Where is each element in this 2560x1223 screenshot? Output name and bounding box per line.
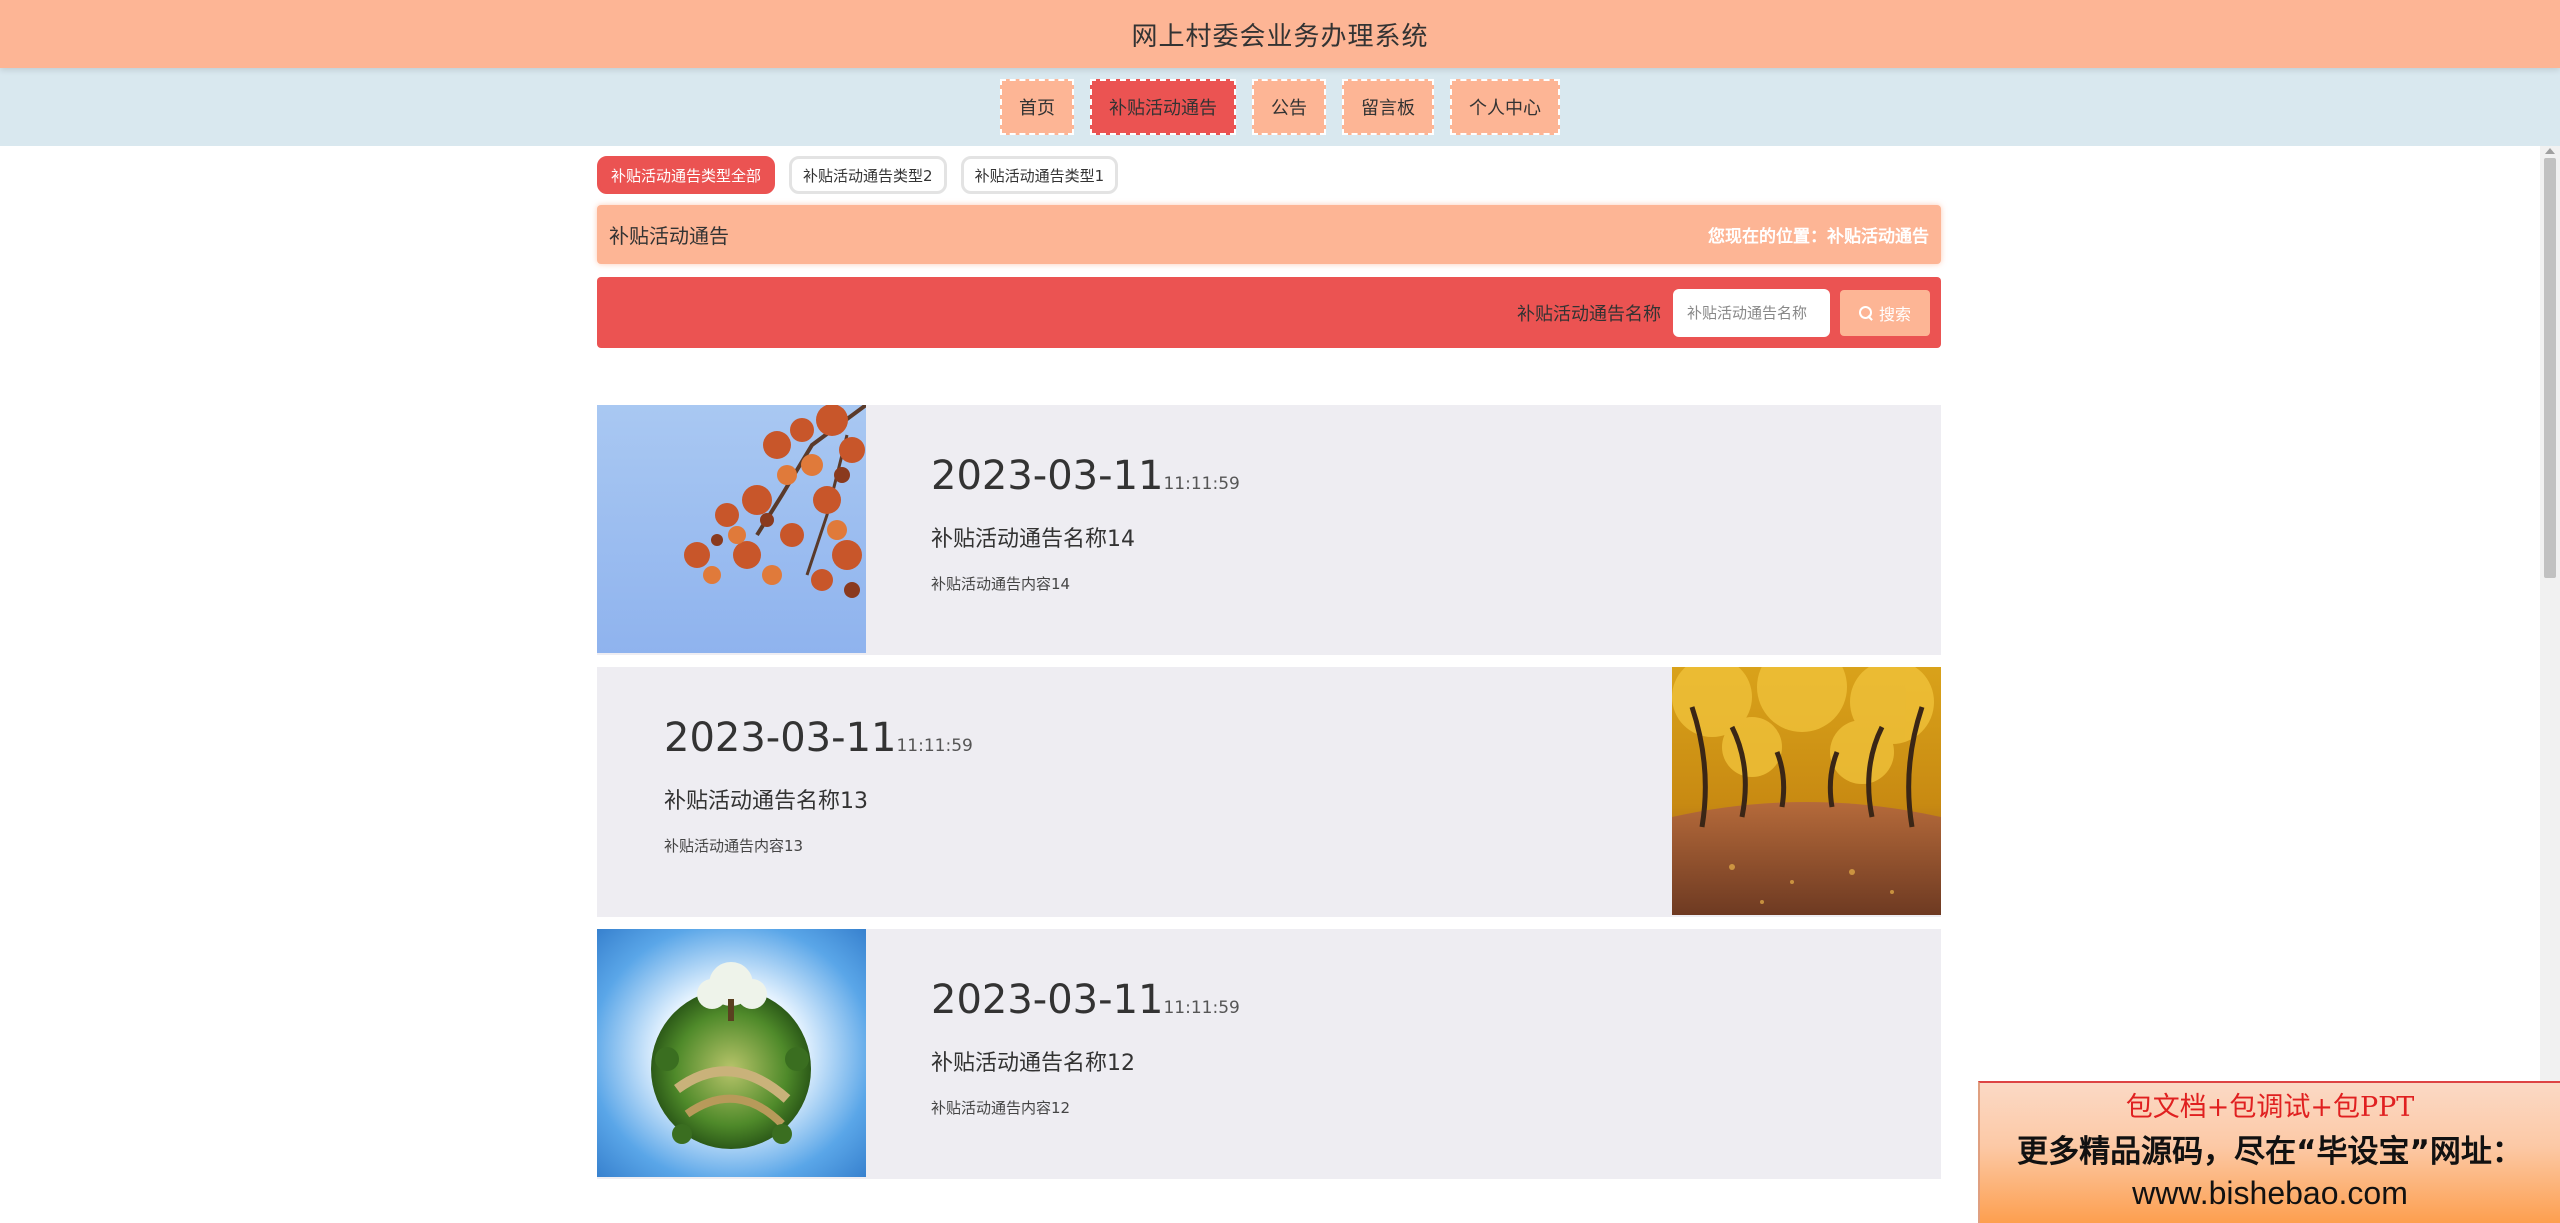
nav-item-user-center[interactable]: 个人中心 xyxy=(1450,79,1560,135)
breadcrumb: 补贴活动通告 您现在的位置：补贴活动通告 xyxy=(597,205,1941,264)
search-button[interactable]: 搜索 xyxy=(1840,289,1930,336)
notice-time: 11:11:59 xyxy=(1163,998,1240,1018)
type-tab-all[interactable]: 补贴活动通告类型全部 xyxy=(597,156,776,194)
notice-card[interactable]: 2023-03-1111:11:59 补贴活动通告名称13 补贴活动通告内容13 xyxy=(597,667,1941,917)
notice-datetime: 2023-03-1111:11:59 xyxy=(664,715,973,761)
notice-thumbnail[interactable] xyxy=(1672,667,1941,915)
nav-item-announcement[interactable]: 公告 xyxy=(1252,79,1326,135)
search-label: 补贴活动通告名称 xyxy=(1517,303,1661,325)
notice-content: 补贴活动通告内容13 xyxy=(664,837,804,855)
notice-time: 11:11:59 xyxy=(1163,474,1240,494)
notice-title[interactable]: 补贴活动通告名称14 xyxy=(931,521,1240,553)
autumn-maple-leaves-photo xyxy=(597,405,866,653)
type-tab-type2[interactable]: 补贴活动通告类型2 xyxy=(789,156,947,194)
search-button-label: 搜索 xyxy=(1878,304,1911,324)
notice-date: 2023-03-11 xyxy=(931,453,1164,499)
notice-content: 补贴活动通告内容12 xyxy=(931,1099,1071,1117)
main-nav: 首页 补贴活动通告 公告 留言板 个人中心 xyxy=(0,68,2560,146)
tiny-planet-landscape-photo xyxy=(597,929,866,1177)
promo-line-1: 包文档+包调试+包PPT xyxy=(2125,1092,2415,1123)
page-scrollbar[interactable] xyxy=(2540,146,2560,1223)
notice-thumbnail[interactable] xyxy=(597,405,866,653)
site-title: 网上村委会业务办理系统 xyxy=(1131,21,1429,52)
scroll-up-arrow-icon[interactable] xyxy=(2545,148,2555,154)
type-tab-type1[interactable]: 补贴活动通告类型1 xyxy=(960,156,1119,194)
nav-item-message-board[interactable]: 留言板 xyxy=(1342,79,1434,135)
location-current[interactable]: 补贴活动通告 xyxy=(1827,227,1929,247)
notice-title[interactable]: 补贴活动通告名称12 xyxy=(931,1045,1240,1077)
current-location: 您现在的位置：补贴活动通告 xyxy=(1708,222,1929,247)
notice-datetime: 2023-03-1111:11:59 xyxy=(931,453,1240,499)
promo-banner[interactable]: 包文档+包调试+包PPT 更多精品源码，尽在“毕设宝”网址： www.bishe… xyxy=(1978,1081,2560,1223)
notice-content: 补贴活动通告内容14 xyxy=(931,575,1071,593)
promo-website[interactable]: www.bishebao.com xyxy=(1980,1175,2560,1212)
notice-text: 2023-03-1111:11:59 补贴活动通告名称12 补贴活动通告内容12 xyxy=(931,977,1240,1118)
notice-time: 11:11:59 xyxy=(896,736,973,756)
nav-item-subsidy-notice[interactable]: 补贴活动通告 xyxy=(1090,79,1236,135)
search-input[interactable] xyxy=(1673,288,1830,337)
notice-title[interactable]: 补贴活动通告名称13 xyxy=(664,783,973,815)
search-icon xyxy=(1858,305,1873,320)
promo-line-2: 更多精品源码，尽在“毕设宝”网址： xyxy=(2017,1134,2523,1170)
notice-thumbnail[interactable] xyxy=(597,929,866,1177)
notice-card[interactable]: 2023-03-1111:11:59 补贴活动通告名称14 补贴活动通告内容14 xyxy=(597,405,1941,655)
search-bar: 补贴活动通告名称 搜索 xyxy=(597,277,1941,348)
notice-date: 2023-03-11 xyxy=(931,977,1164,1023)
golden-tree-avenue-photo xyxy=(1672,667,1941,915)
site-header: 网上村委会业务办理系统 xyxy=(0,0,2560,68)
notice-date: 2023-03-11 xyxy=(664,715,897,761)
notice-datetime: 2023-03-1111:11:59 xyxy=(931,977,1240,1023)
notice-card[interactable]: 2023-03-1111:11:59 补贴活动通告名称12 补贴活动通告内容12 xyxy=(597,929,1941,1179)
type-filter-tabs: 补贴活动通告类型全部 补贴活动通告类型2 补贴活动通告类型1 xyxy=(597,156,1119,194)
nav-item-home[interactable]: 首页 xyxy=(1000,79,1074,135)
scrollbar-thumb[interactable] xyxy=(2544,158,2556,578)
section-title: 补贴活动通告 xyxy=(609,224,729,248)
notice-text: 2023-03-1111:11:59 补贴活动通告名称13 补贴活动通告内容13 xyxy=(664,715,973,856)
notice-text: 2023-03-1111:11:59 补贴活动通告名称14 补贴活动通告内容14 xyxy=(931,453,1240,594)
location-prefix: 您现在的位置： xyxy=(1708,227,1827,247)
